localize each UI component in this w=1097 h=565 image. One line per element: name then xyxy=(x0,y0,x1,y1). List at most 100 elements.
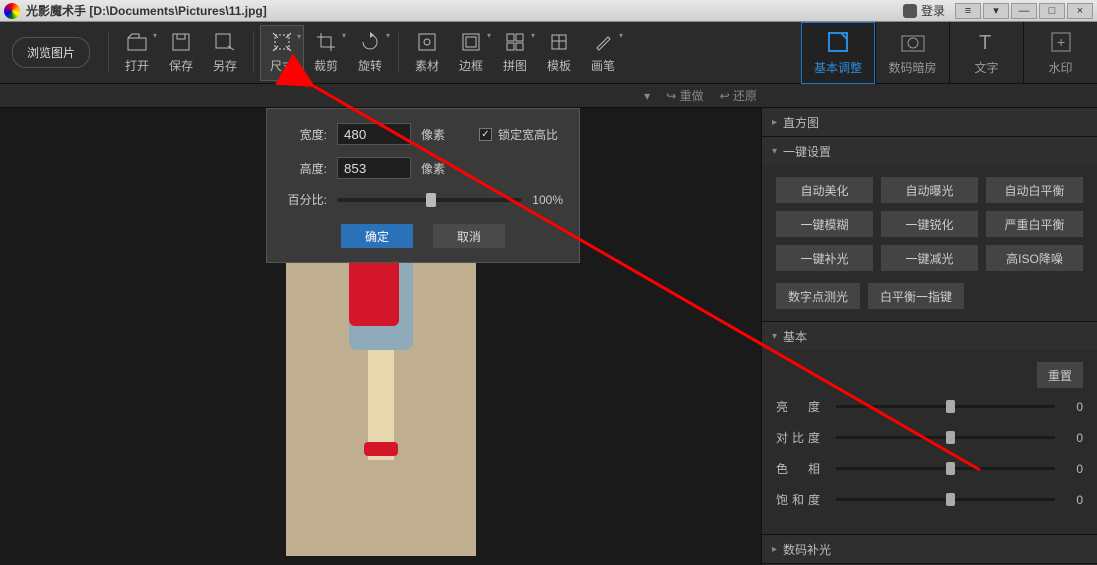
open-button[interactable]: ▾ 打开 xyxy=(115,25,159,81)
collage-icon xyxy=(504,31,526,53)
chevron-right-icon: ▸ xyxy=(772,544,777,555)
width-input[interactable] xyxy=(337,123,411,145)
save-button[interactable]: 保存 xyxy=(159,25,203,81)
saturation-slider[interactable] xyxy=(836,498,1055,501)
minimize-button[interactable]: — xyxy=(1011,3,1037,19)
undo-button[interactable]: ↩ 还原 xyxy=(720,87,757,104)
brush-icon xyxy=(592,31,614,53)
digital-fill-header[interactable]: ▸ 数码补光 xyxy=(762,535,1097,563)
resize-icon xyxy=(271,31,293,53)
right-tabs: 基本调整 数码暗房 T 文字 + 水印 xyxy=(801,22,1097,84)
watermark-icon: + xyxy=(1048,29,1074,55)
height-label: 高度: xyxy=(283,160,327,177)
slider-thumb[interactable] xyxy=(946,462,955,475)
window-controls: ≡ ▾ — □ × xyxy=(955,3,1093,19)
save-as-button[interactable]: 另存 xyxy=(203,25,247,81)
settings-window-button[interactable]: ≡ xyxy=(955,3,981,19)
camera-icon xyxy=(900,29,926,55)
file-path: [D:\Documents\Pictures\11.jpg] xyxy=(89,4,266,18)
brightness-slider[interactable] xyxy=(836,405,1055,408)
app-name: 光影魔术手 xyxy=(26,4,86,18)
oneclick-header[interactable]: ▾ 一键设置 xyxy=(762,137,1097,165)
dropdown-window-button[interactable]: ▾ xyxy=(983,3,1009,19)
slider-thumb[interactable] xyxy=(946,493,955,506)
height-unit[interactable]: 像素 xyxy=(421,160,451,177)
chevron-down-icon: ▾ xyxy=(772,331,777,342)
material-icon xyxy=(416,31,438,53)
width-unit[interactable]: 像素 xyxy=(421,126,451,143)
hue-slider-row: 色 相 0 xyxy=(776,460,1083,477)
tab-darkroom[interactable]: 数码暗房 xyxy=(875,22,949,84)
fill-light-button[interactable]: 一键补光 xyxy=(776,245,873,271)
login-button[interactable]: 登录 xyxy=(903,2,945,19)
height-input[interactable] xyxy=(337,157,411,179)
lock-ratio-checkbox[interactable]: ✓ 锁定宽高比 xyxy=(479,126,558,143)
template-icon xyxy=(548,31,570,53)
slider-thumb[interactable] xyxy=(426,193,436,207)
slider-thumb[interactable] xyxy=(946,431,955,444)
tab-basic-adjust[interactable]: 基本调整 xyxy=(801,22,875,84)
right-panel: ▸ 直方图 ▾ 一键设置 自动美化 自动曝光 自动白平衡 一键模糊 一键锐化 严… xyxy=(761,108,1097,565)
template-button[interactable]: 模板 xyxy=(537,25,581,81)
border-icon xyxy=(460,31,482,53)
auto-beautify-button[interactable]: 自动美化 xyxy=(776,177,873,203)
chevron-down-icon: ▾ xyxy=(297,32,301,41)
hue-slider[interactable] xyxy=(836,467,1055,470)
chevron-down-icon: ▾ xyxy=(772,146,777,157)
oneclick-grid: 自动美化 自动曝光 自动白平衡 一键模糊 一键锐化 严重白平衡 一键补光 一键减… xyxy=(776,177,1083,271)
material-button[interactable]: 素材 xyxy=(405,25,449,81)
chevron-down-icon: ▾ xyxy=(619,31,623,40)
chevron-down-icon: ▾ xyxy=(386,31,390,40)
save-icon xyxy=(170,31,192,53)
dropdown-icon[interactable]: ▾ xyxy=(644,89,650,103)
percent-label: 百分比: xyxy=(283,191,327,208)
brush-button[interactable]: ▾ 画笔 xyxy=(581,25,625,81)
chevron-down-icon: ▾ xyxy=(153,31,157,40)
spot-meter-button[interactable]: 数字点测光 xyxy=(776,283,860,309)
iso-noise-button[interactable]: 高ISO降噪 xyxy=(986,245,1083,271)
contrast-slider[interactable] xyxy=(836,436,1055,439)
width-label: 宽度: xyxy=(283,126,327,143)
chevron-down-icon: ▾ xyxy=(531,31,535,40)
title-bar: 光影魔术手 [D:\Documents\Pictures\11.jpg] 登录 … xyxy=(0,0,1097,22)
redo-button[interactable]: ↪ 重做 xyxy=(666,87,703,104)
rotate-icon xyxy=(359,31,381,53)
slider-thumb[interactable] xyxy=(946,400,955,413)
main-toolbar: 浏览图片 ▾ 打开 保存 另存 ▾ 尺寸 ▾ 裁剪 ▾ 旋转 素材 ▾ 边框 ▾ xyxy=(0,22,1097,84)
close-button[interactable]: × xyxy=(1067,3,1093,19)
browse-images-button[interactable]: 浏览图片 xyxy=(12,37,90,68)
svg-text:T: T xyxy=(979,32,991,53)
checkbox-icon: ✓ xyxy=(479,128,492,141)
blur-button[interactable]: 一键模糊 xyxy=(776,211,873,237)
maximize-button[interactable]: □ xyxy=(1039,3,1065,19)
tab-watermark[interactable]: + 水印 xyxy=(1023,22,1097,84)
rotate-button[interactable]: ▾ 旋转 xyxy=(348,25,392,81)
wb-onekey-button[interactable]: 白平衡一指键 xyxy=(868,283,964,309)
crop-button[interactable]: ▾ 裁剪 xyxy=(304,25,348,81)
percent-slider[interactable] xyxy=(337,198,522,202)
basic-header[interactable]: ▾ 基本 xyxy=(762,322,1097,350)
heavy-wb-button[interactable]: 严重白平衡 xyxy=(986,211,1083,237)
window-title: 光影魔术手 [D:\Documents\Pictures\11.jpg] xyxy=(26,2,903,19)
size-button[interactable]: ▾ 尺寸 xyxy=(260,25,304,81)
canvas-area[interactable]: 宽度: 像素 ✓ 锁定宽高比 高度: 像素 百分比: 100% xyxy=(0,108,761,565)
ok-button[interactable]: 确定 xyxy=(341,224,413,248)
reset-button[interactable]: 重置 xyxy=(1037,362,1083,388)
histogram-header[interactable]: ▸ 直方图 xyxy=(762,108,1097,136)
auto-exposure-button[interactable]: 自动曝光 xyxy=(881,177,978,203)
tab-text[interactable]: T 文字 xyxy=(949,22,1023,84)
chevron-down-icon: ▾ xyxy=(342,31,346,40)
sub-toolbar: ▾ ↪ 重做 ↩ 还原 xyxy=(0,84,1097,108)
save-as-icon xyxy=(214,31,236,53)
resize-dialog: 宽度: 像素 ✓ 锁定宽高比 高度: 像素 百分比: 100% xyxy=(266,108,580,263)
auto-wb-button[interactable]: 自动白平衡 xyxy=(986,177,1083,203)
chevron-right-icon: ▸ xyxy=(772,117,777,128)
border-button[interactable]: ▾ 边框 xyxy=(449,25,493,81)
saturation-slider-row: 饱和度 0 xyxy=(776,491,1083,508)
collage-button[interactable]: ▾ 拼图 xyxy=(493,25,537,81)
contrast-slider-row: 对比度 0 xyxy=(776,429,1083,446)
reduce-light-button[interactable]: 一键减光 xyxy=(881,245,978,271)
cancel-button[interactable]: 取消 xyxy=(433,224,505,248)
sharpen-button[interactable]: 一键锐化 xyxy=(881,211,978,237)
svg-text:+: + xyxy=(1057,34,1065,50)
